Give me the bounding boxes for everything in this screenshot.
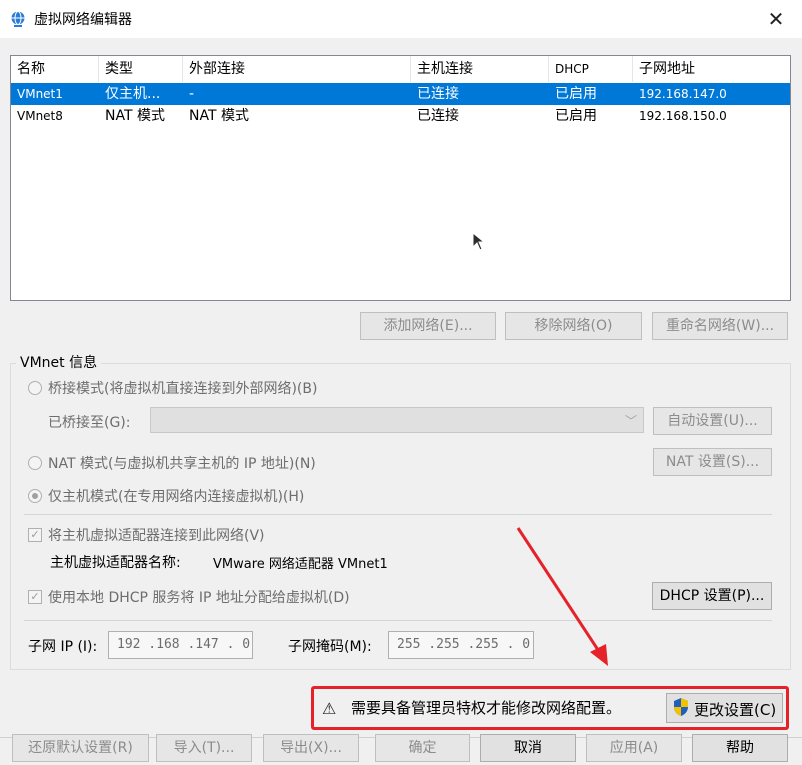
row-name: VMnet8 xyxy=(17,109,63,123)
auto-settings-button[interactable]: 自动设置(U)... xyxy=(653,407,772,435)
host-only-mode-label: 仅主机模式(在专用网络内连接虚拟机)(H) xyxy=(48,489,305,505)
change-settings-label: 更改设置(C) xyxy=(694,701,777,719)
close-icon[interactable]: ✕ xyxy=(757,4,795,34)
red-arrow-annotation xyxy=(516,527,608,666)
use-dhcp-label: 使用本地 DHCP 服务将 IP 地址分配给虚拟机(D) xyxy=(48,590,350,606)
divider xyxy=(24,514,772,515)
list-header: 名称 类型 外部连接 主机连接 DHCP 子网地址 xyxy=(11,56,790,82)
help-button[interactable]: 帮助 xyxy=(692,734,788,762)
table-row[interactable]: VMnet8 NAT 模式 NAT 模式 已连接 已启用 192.168.150… xyxy=(11,105,790,127)
bridged-mode-label: 桥接模式(将虚拟机直接连接到外部网络)(B) xyxy=(48,381,318,397)
subnet-ip-input[interactable]: 192 .168 .147 . 0 xyxy=(108,631,253,659)
dhcp-settings-button[interactable]: DHCP 设置(P)... xyxy=(652,582,772,610)
host-only-mode-radio[interactable] xyxy=(28,489,42,503)
nat-mode-radio[interactable] xyxy=(28,456,42,470)
column-header[interactable]: 主机连接 xyxy=(411,56,549,82)
remove-network-button[interactable]: 移除网络(O) xyxy=(505,312,642,340)
row-name: VMnet1 xyxy=(17,87,63,101)
connect-adapter-label: 将主机虚拟适配器连接到此网络(V) xyxy=(48,528,265,544)
row-dhcp: 已启用 xyxy=(555,108,597,124)
add-network-button[interactable]: 添加网络(E)... xyxy=(360,312,496,340)
vmnet-info-title: VMnet 信息 xyxy=(16,352,102,372)
column-header[interactable]: 外部连接 xyxy=(183,56,411,82)
nat-settings-button[interactable]: NAT 设置(S)... xyxy=(653,448,772,476)
bridged-to-select[interactable]: ﹀ xyxy=(150,407,644,433)
row-type: 仅主机... xyxy=(105,86,161,102)
apply-button[interactable]: 应用(A) xyxy=(586,734,682,762)
connect-adapter-checkbox[interactable]: ✓ xyxy=(28,528,42,542)
row-subnet: 192.168.147.0 xyxy=(639,87,727,101)
chevron-down-icon: ﹀ xyxy=(624,414,637,428)
subnet-ip-label: 子网 IP (I): xyxy=(28,639,98,655)
row-subnet: 192.168.150.0 xyxy=(639,109,727,123)
column-header[interactable]: 类型 xyxy=(99,56,183,82)
column-header[interactable]: 名称 xyxy=(11,56,99,82)
row-type: NAT 模式 xyxy=(105,108,165,124)
divider xyxy=(24,620,772,621)
row-host: 已连接 xyxy=(417,86,459,102)
export-button[interactable]: 导出(X)... xyxy=(263,734,359,762)
column-header[interactable]: DHCP xyxy=(549,56,633,82)
window-title: 虚拟网络编辑器 xyxy=(34,12,132,28)
adapter-name-value: VMware 网络适配器 VMnet1 xyxy=(213,557,388,572)
bridged-to-label: 已桥接至(G): xyxy=(48,415,131,431)
table-row[interactable]: VMnet1 仅主机... - 已连接 已启用 192.168.147.0 xyxy=(11,83,790,105)
adapter-name-label: 主机虚拟适配器名称: xyxy=(50,555,181,571)
mouse-cursor-icon xyxy=(472,232,486,251)
uac-shield-icon xyxy=(674,698,688,716)
rename-network-button[interactable]: 重命名网络(W)... xyxy=(652,312,788,340)
bridged-mode-radio[interactable] xyxy=(28,381,42,395)
row-dhcp: 已启用 xyxy=(555,86,597,102)
network-globe-icon xyxy=(11,11,25,27)
row-external: NAT 模式 xyxy=(189,108,249,124)
cancel-button[interactable]: 取消 xyxy=(480,734,576,762)
ok-button[interactable]: 确定 xyxy=(375,734,470,762)
use-dhcp-checkbox[interactable]: ✓ xyxy=(28,590,42,604)
row-host: 已连接 xyxy=(417,108,459,124)
nat-mode-label: NAT 模式(与虚拟机共享主机的 IP 地址)(N) xyxy=(48,456,316,472)
subnet-mask-label: 子网掩码(M): xyxy=(288,639,372,655)
column-header[interactable]: 子网地址 xyxy=(633,56,790,82)
restore-defaults-button[interactable]: 还原默认设置(R) xyxy=(12,734,149,762)
network-list[interactable]: 名称 类型 外部连接 主机连接 DHCP 子网地址 VMnet1 仅主机... … xyxy=(10,55,791,301)
import-button[interactable]: 导入(T)... xyxy=(156,734,252,762)
warning-text: 需要具备管理员特权才能修改网络配置。 xyxy=(351,699,622,717)
warning-icon: ⚠ xyxy=(322,699,337,718)
row-external: - xyxy=(189,86,195,102)
